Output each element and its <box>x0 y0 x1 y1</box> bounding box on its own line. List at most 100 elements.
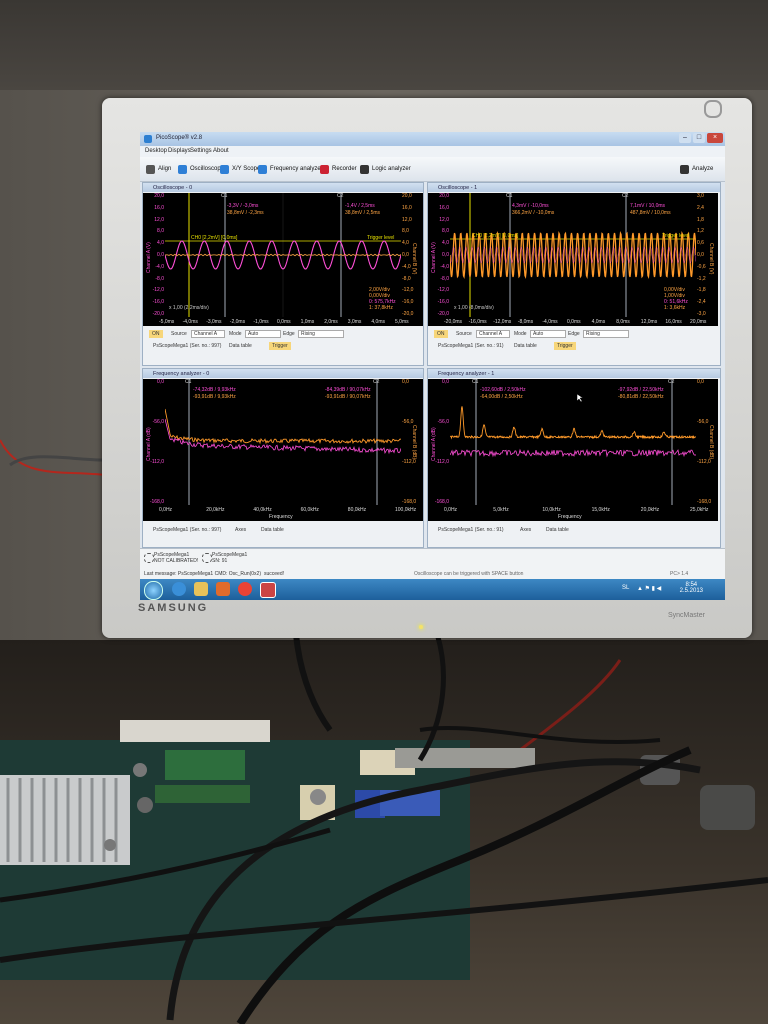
x-tick-label: 10,0kHz <box>542 507 561 513</box>
x-tick-label: -4,0ms <box>542 319 558 325</box>
internet-explorer-icon[interactable] <box>172 582 186 596</box>
menu-settings[interactable]: Settings <box>190 148 212 154</box>
y-tick-label: 16,0 <box>154 204 164 211</box>
power-button[interactable] <box>704 100 722 118</box>
language-indicator[interactable]: SL <box>622 585 629 591</box>
data-table-button[interactable]: Data table <box>261 527 284 533</box>
status-version: PC> 1.4 <box>670 571 689 577</box>
c1-readout-a: -102,60dB / 2,50kHz <box>480 387 526 393</box>
axes-button[interactable]: Axes <box>235 527 246 533</box>
axes-button[interactable]: Axes <box>520 527 531 533</box>
x-tick-label: 12,0ms <box>640 319 658 325</box>
y-tick-label: 16,0 <box>402 204 412 211</box>
red-cable <box>0 439 106 476</box>
frequency-analyzer-1-plot[interactable]: C1 C2 -102,60dB / 2,50kHz -64,00dB / 2,5… <box>449 379 697 505</box>
xy-scope-button[interactable]: X/Y Scope <box>220 163 260 176</box>
recorder-button[interactable]: Recorder <box>320 163 357 176</box>
trigger-info-right: Trigger level <box>367 235 395 241</box>
cursor-c2-label: C2 <box>622 193 629 199</box>
menu-displays[interactable]: Displays <box>168 148 191 154</box>
mode-select[interactable]: Auto <box>245 330 281 338</box>
menu-about[interactable]: About <box>213 148 229 154</box>
c1-readout-b: -93,91dB / 9,93kHz <box>193 394 236 400</box>
y-tick-label: 0,0 <box>697 252 704 258</box>
data-table-button[interactable]: Data table <box>514 343 537 349</box>
x-tick-label: 0,0ms <box>567 319 581 325</box>
source-select[interactable]: Channel A <box>191 330 225 338</box>
menu-desktop[interactable]: Desktop <box>145 148 167 154</box>
x-tick-label: -4,0ms <box>182 319 198 325</box>
y-tick-label: -56,0 <box>697 419 709 425</box>
c2-readout-b: -80,81dB / 22,50kHz <box>618 394 664 400</box>
c2-readout-a: -1,4V / 2,5ms <box>345 203 375 209</box>
y-tick-label: -12,0 <box>152 287 164 294</box>
card-slot <box>120 720 270 742</box>
close-button[interactable]: × <box>707 133 723 143</box>
status-bar: PsScopeMega1 NOT CALIBRATED! PsScopeMega… <box>140 548 725 580</box>
oscilloscope-0-window: Oscilloscope - 0 C1 C2 -3,3V / -3,0ms 38… <box>142 182 424 366</box>
edge-select[interactable]: Rising <box>583 330 629 338</box>
trigger-on-toggle[interactable]: ON <box>149 330 163 338</box>
align-button[interactable]: Align <box>146 163 171 176</box>
oscilloscope-0-plot[interactable]: C1 C2 -3,3V / -3,0ms 38,8mV / -2,3ms -1,… <box>164 193 402 317</box>
x-tick-label: 5,0kHz <box>493 507 509 513</box>
device-label: PsScopeMega1 (Ser. no.: 91) <box>438 527 504 533</box>
c1-readout-b: 366,2mV / -10,0ms <box>512 210 555 216</box>
minimize-button[interactable]: – <box>679 133 691 143</box>
folder-icon[interactable] <box>194 582 208 596</box>
mode-select[interactable]: Auto <box>530 330 566 338</box>
frequency-analyzer-0-plot[interactable]: C1 C2 -74,32dB / 9,93kHz -93,91dB / 9,93… <box>164 379 402 505</box>
y-tick-label: -12,0 <box>402 287 414 294</box>
analyze-button[interactable]: Analyze <box>680 163 713 176</box>
cursor-c1-label: C1 <box>221 193 228 199</box>
trigger-on-toggle[interactable]: ON <box>434 330 448 338</box>
zoom-info[interactable]: x 1,00 (2,2ms/div) <box>169 305 209 311</box>
media-player-icon[interactable] <box>216 582 230 596</box>
y-tick-label: 8,0 <box>442 228 449 235</box>
clock[interactable]: 8:54 2.5.2013 <box>680 582 703 594</box>
edge-label: Edge <box>283 331 295 337</box>
cursor-c2-label: C2 <box>337 193 344 199</box>
last-message-result: succeed! <box>264 571 285 577</box>
trigger-button[interactable]: Trigger <box>554 342 576 350</box>
c1-readout-b: 38,8mV / -2,3ms <box>227 210 264 216</box>
y-tick-label: -1,2 <box>697 275 706 282</box>
x-tick-label: -2,0ms <box>229 319 246 325</box>
y-tick-label: -112,0 <box>402 459 416 465</box>
edge-select[interactable]: Rising <box>298 330 344 338</box>
data-table-button[interactable]: Data table <box>229 343 252 349</box>
source-select[interactable]: Channel A <box>476 330 510 338</box>
edge-label: Edge <box>568 331 580 337</box>
cursor-c2-label: C2 <box>668 379 675 385</box>
y-tick-label: -4,0 <box>402 263 411 270</box>
c2-readout-b: 38,8mV / 2,5ms <box>345 210 381 216</box>
y-tick-label: -0,6 <box>697 263 706 270</box>
oscilloscope-button[interactable]: Oscilloscope <box>178 163 224 176</box>
y-tick-label: 1,8 <box>697 216 704 223</box>
y-tick-label: -8,0 <box>155 275 164 282</box>
channel-b-trace <box>449 231 697 279</box>
trigger-button[interactable]: Trigger <box>269 342 291 350</box>
trigger-info-left: CH0 [2,2mV] [0,0ms] <box>472 233 519 239</box>
maximize-button[interactable]: □ <box>693 133 705 143</box>
x-tick-label: 0,0Hz <box>159 507 173 513</box>
cursor-c1-label: C1 <box>506 193 513 199</box>
zoom-info[interactable]: x 1,00 (8,0ms/div) <box>454 305 494 311</box>
y-tick-label: 4,0 <box>157 240 164 247</box>
frequency-analyzer-button[interactable]: Frequency analyzer <box>258 163 323 176</box>
logic-analyzer-icon <box>360 165 369 174</box>
cursor-c1-label: C1 <box>472 379 479 385</box>
picoscope-icon[interactable] <box>260 582 276 598</box>
x-axis: -20,0ms -16,0ms -12,0ms -8,0ms -4,0ms 0,0ms 4,… <box>428 317 718 326</box>
trigger-info-right: Trigger level <box>662 233 690 239</box>
window-header: Frequency analyzer - 0 <box>143 369 423 378</box>
y-tick-label: -1,8 <box>697 287 706 294</box>
start-button[interactable] <box>144 581 163 600</box>
tray-icons[interactable]: ▲ ⚑ ▮ ◀ <box>637 585 661 592</box>
logic-analyzer-button[interactable]: Logic analyzer <box>360 163 411 176</box>
data-table-button[interactable]: Data table <box>546 527 569 533</box>
device-1-state: SN: 91 <box>212 558 228 564</box>
chrome-icon[interactable] <box>238 582 252 596</box>
oscilloscope-1-plot[interactable]: C1 C2 4,3mV / -10,0ms 366,2mV / -10,0ms … <box>449 193 697 317</box>
x-tick-label: 15,0kHz <box>591 507 610 513</box>
